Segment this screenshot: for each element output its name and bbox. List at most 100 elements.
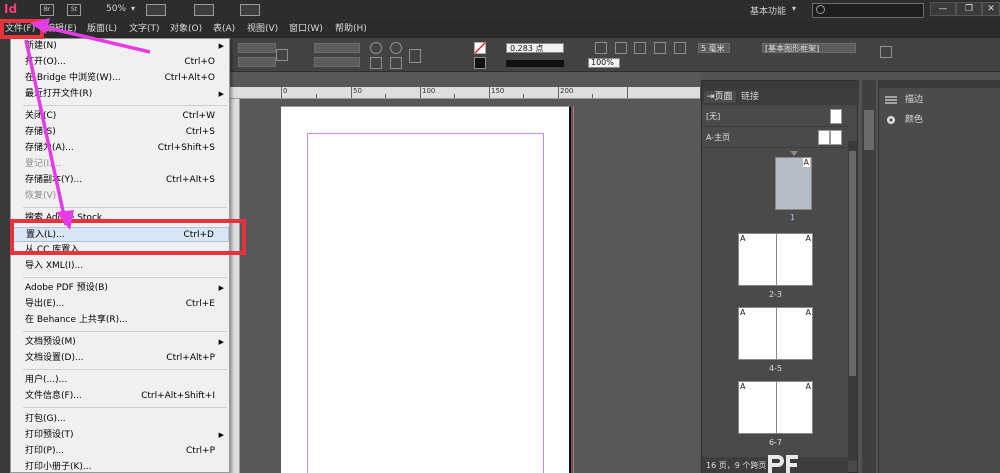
menu-item-pdf-presets[interactable]: Adobe PDF 预设(B) ▶ [11,281,229,296]
menu-view[interactable]: 视图(V) [247,23,278,36]
stroke-type-preview[interactable] [506,60,564,67]
menu-item-open-recent[interactable]: 最近打开文件(R) ▶ [11,87,229,102]
menu-item-user[interactable]: 用户(...)... [11,373,229,388]
menu-item-save-copy[interactable]: 存储副本(Y)... Ctrl+Alt+S [11,173,229,188]
flip-horizontal-icon[interactable] [370,57,382,69]
scrollbar-thumb[interactable] [849,151,856,376]
menu-item-document-presets[interactable]: 文档预设(M) ▶ [11,335,229,350]
text-frame-icon[interactable] [409,49,421,63]
menu-item-save[interactable]: 存储(S) Ctrl+S [11,125,229,140]
scale-y-field[interactable] [314,57,360,67]
tab-pages-label: 页面 [714,92,733,102]
ruler-tick [281,87,282,98]
menu-help[interactable]: 帮助(H) [335,23,367,36]
stroke-panel-button[interactable]: 描边 [885,93,923,107]
spread-fold [775,382,777,433]
scale-x-field[interactable] [314,43,360,53]
stock-icon[interactable]: St [67,4,81,16]
height-field[interactable] [238,57,276,67]
spread-thumbnail[interactable]: A A [738,381,813,434]
stroke-icon [885,95,897,105]
menu-item-save-as[interactable]: 存储为(A)... Ctrl+Shift+S [11,141,229,156]
master-a-left-thumbnail[interactable] [818,130,830,145]
place-item-highlight-box [10,219,246,255]
menu-item-open[interactable]: 打开(O)... Ctrl+O [11,55,229,70]
rotate-cw-icon[interactable] [390,42,402,54]
menu-separator [23,369,227,370]
margin-guide [307,133,544,473]
text-wrap-icon[interactable] [674,42,686,54]
horizontal-ruler[interactable]: 0 50 100 150 200 [230,87,700,99]
color-panel-button[interactable]: 颜色 [885,113,923,127]
master-a-row[interactable]: A-主页 [702,127,848,148]
pages-scrollbar[interactable] [848,141,857,461]
menu-layout[interactable]: 版面(L) [87,23,117,36]
screen-mode-icon[interactable] [194,4,214,16]
object-style-value: [基本图形框架] [765,44,820,53]
menu-item-package[interactable]: 打包(G)... [11,412,229,427]
object-style-select[interactable]: [基本图形框架] [762,43,856,53]
width-field[interactable] [238,43,276,53]
menu-item-document-setup[interactable]: 文档设置(D)... Ctrl+Alt+P [11,351,229,366]
vertical-ruler[interactable] [230,99,240,473]
tab-links[interactable]: 链接 [738,91,762,103]
menu-item-print-presets[interactable]: 打印预设(T) ▶ [11,428,229,443]
opacity-field[interactable]: 100% [588,58,620,68]
effects-icon[interactable] [595,42,607,54]
zoom-level[interactable]: 50% [106,4,126,14]
zoom-dropdown-icon[interactable]: ▾ [131,4,135,13]
menu-item-print-booklet[interactable]: 打印小册子(K)... [11,460,229,472]
master-a-right-thumbnail[interactable] [830,130,842,145]
spread-label: 4-5 [768,364,783,373]
constrain-proportions-icon[interactable] [276,49,288,61]
rotate-icon[interactable] [370,42,382,54]
menu-window[interactable]: 窗口(W) [289,23,323,36]
menu-edit[interactable]: 编辑(E) [46,23,77,36]
fx-icon[interactable] [615,42,627,54]
flip-vertical-icon[interactable] [390,57,402,69]
spread-thumbnail[interactable]: A A [738,233,813,286]
ruler-label: 100 [422,87,436,95]
menu-item-print[interactable]: 打印(P)... Ctrl+P [11,444,229,459]
fill-swatch-icon[interactable] [474,42,486,54]
menu-item-import-xml[interactable]: 导入 XML(I)... [11,259,229,274]
page-thumbnail[interactable]: A [775,157,812,210]
stroke-swatch-icon[interactable] [474,57,486,69]
menu-type[interactable]: 文字(T) [129,23,160,36]
menu-table[interactable]: 表(A) [213,23,235,36]
arrange-documents-icon[interactable] [240,4,260,16]
menu-item-export[interactable]: 导出(E)... Ctrl+E [11,297,229,312]
master-none-row[interactable]: [无] [702,106,848,127]
ruler-tick [592,94,593,98]
minimize-button[interactable]: — [930,2,956,16]
scrollbar-thumb[interactable] [864,110,874,150]
help-search-input[interactable] [812,3,924,18]
workspace-dropdown-icon[interactable]: ▾ [792,4,796,13]
menu-item-close[interactable]: 关闭(C) Ctrl+W [11,109,229,124]
gutter-field[interactable]: 5 毫米 [698,43,730,53]
bridge-icon[interactable]: Br [40,4,54,16]
tab-pages[interactable]: ⇥页面 [704,91,736,103]
bleed-guide [573,106,574,473]
close-button[interactable]: ✕ [982,2,1000,16]
quick-apply-icon[interactable] [880,46,892,58]
menu-object[interactable]: 对象(O) [170,23,202,36]
align-left-icon[interactable] [634,42,646,54]
menu-separator [23,331,227,332]
stroke-weight-field[interactable]: 0.283 点 [506,43,564,53]
menu-item-browse-bridge[interactable]: 在 Bridge 中浏览(W)... Ctrl+Alt+O [11,71,229,86]
pages-tab-icon: ⇥ [707,92,715,102]
spread-thumbnail[interactable]: A A [738,307,813,360]
spread-fold [775,308,777,359]
menu-bar: 文件(F) 编辑(E) 版面(L) 文字(T) 对象(O) 表(A) 视图(V)… [0,21,1000,38]
workspace-switcher[interactable]: 基本功能 [750,4,786,17]
menu-item-file-info[interactable]: 文件信息(F)... Ctrl+Alt+Shift+I [11,389,229,404]
master-none-thumbnail[interactable] [830,109,842,124]
view-options-icon[interactable] [146,4,166,16]
menu-item-new[interactable]: 新建(N) ▶ [11,39,229,54]
current-page-marker-icon [790,151,798,156]
maximize-button[interactable]: ❐ [956,2,982,16]
panel-dock-scrollbar[interactable] [862,80,876,473]
align-center-icon[interactable] [654,42,666,54]
menu-item-share-behance[interactable]: 在 Behance 上共享(R)... [11,313,229,328]
